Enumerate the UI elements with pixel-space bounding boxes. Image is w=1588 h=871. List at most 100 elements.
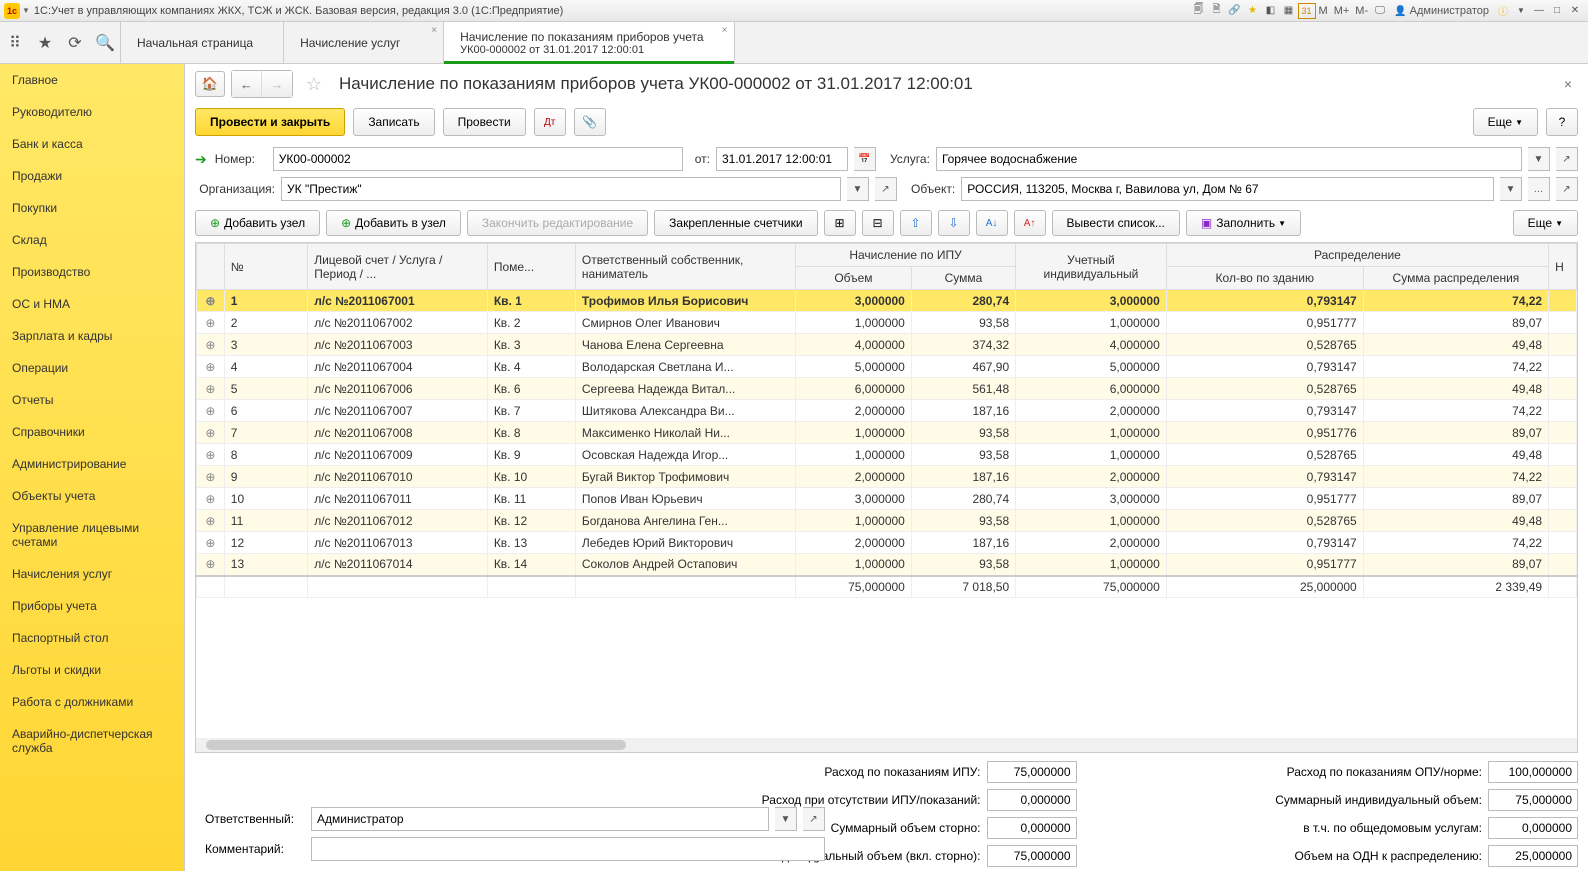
m-button[interactable]: M: [1316, 5, 1331, 17]
table-row[interactable]: ⊕ 9л/с №2011067010Кв. 10Бугай Виктор Тро…: [197, 466, 1577, 488]
down-arrow-icon[interactable]: ⇩: [938, 210, 970, 236]
table-row[interactable]: ⊕ 7л/с №2011067008Кв. 8Максименко Никола…: [197, 422, 1577, 444]
sidebar-item-8[interactable]: Зарплата и кадры: [0, 320, 184, 352]
calendar-icon[interactable]: 📅: [854, 147, 876, 171]
sidebar-item-7[interactable]: ОС и НМА: [0, 288, 184, 320]
sidebar-item-0[interactable]: Главное: [0, 64, 184, 96]
home-button[interactable]: 🏠: [195, 71, 225, 97]
sidebar-item-19[interactable]: Работа с должниками: [0, 686, 184, 718]
info-dropdown-icon[interactable]: ▼: [1512, 3, 1530, 19]
close-button[interactable]: ✕: [1566, 3, 1584, 19]
col-n[interactable]: Н: [1549, 244, 1577, 290]
tree-icon[interactable]: ⊟: [862, 210, 894, 236]
col-ipu[interactable]: Начисление по ИПУ: [796, 244, 1016, 267]
toolbar-icon-link[interactable]: 🔗: [1226, 3, 1244, 19]
hierarchy-icon[interactable]: ⊞: [824, 210, 856, 236]
more-dots-icon[interactable]: …: [1528, 177, 1550, 201]
object-input[interactable]: [961, 177, 1494, 201]
maximize-button[interactable]: □: [1548, 3, 1566, 19]
toolbar-icon-box[interactable]: ◧: [1262, 3, 1280, 19]
dropdown-icon[interactable]: ▼: [1500, 177, 1522, 201]
open-icon[interactable]: ↗: [1556, 177, 1578, 201]
col-sum-dist[interactable]: Сумма распределения: [1363, 267, 1548, 290]
no-ipu-value[interactable]: [987, 789, 1077, 811]
col-dist[interactable]: Распределение: [1166, 244, 1548, 267]
sidebar-item-9[interactable]: Операции: [0, 352, 184, 384]
open-icon[interactable]: ↗: [1556, 147, 1578, 171]
sort-asc-icon[interactable]: A↓: [976, 210, 1008, 236]
storno-value[interactable]: [987, 817, 1077, 839]
tab-charge-services[interactable]: Начисление услуг×: [284, 22, 444, 63]
table-row[interactable]: ⊕ 11л/с №2011067012Кв. 12Богданова Ангел…: [197, 510, 1577, 532]
sidebar-item-13[interactable]: Объекты учета: [0, 480, 184, 512]
sidebar-item-16[interactable]: Приборы учета: [0, 590, 184, 622]
forward-button[interactable]: →: [262, 71, 292, 97]
toolbar-icon-copy[interactable]: 🗎: [1208, 3, 1226, 19]
table-row[interactable]: ⊕ 12л/с №2011067013Кв. 13Лебедев Юрий Ви…: [197, 532, 1577, 554]
dropdown-icon[interactable]: ▼: [1528, 147, 1550, 171]
post-button[interactable]: Провести: [443, 108, 526, 136]
more-button[interactable]: Еще ▼: [1473, 108, 1538, 136]
horizontal-scrollbar[interactable]: [196, 738, 1577, 752]
col-volume[interactable]: Объем: [796, 267, 912, 290]
user-label[interactable]: 👤 Администратор: [1389, 5, 1494, 17]
common-value[interactable]: [1488, 817, 1578, 839]
sidebar-item-1[interactable]: Руководителю: [0, 96, 184, 128]
attach-button[interactable]: 📎: [574, 108, 606, 136]
dropdown-icon[interactable]: ▼: [775, 807, 797, 831]
sort-desc-icon[interactable]: A↑: [1014, 210, 1046, 236]
sidebar-item-10[interactable]: Отчеты: [0, 384, 184, 416]
up-arrow-icon[interactable]: ⇧: [900, 210, 932, 236]
grid-more-button[interactable]: Еще ▼: [1513, 210, 1578, 236]
col-room[interactable]: Поме...: [487, 244, 575, 290]
toolbar-icon-screen[interactable]: 🖵: [1371, 3, 1389, 19]
info-icon[interactable]: ⓘ: [1494, 3, 1512, 19]
sum-ind-value[interactable]: [1488, 789, 1578, 811]
final-ind-value[interactable]: [987, 845, 1077, 867]
help-button[interactable]: ?: [1546, 108, 1578, 136]
table-row[interactable]: ⊕ 8л/с №2011067009Кв. 9Осовская Надежда …: [197, 444, 1577, 466]
back-button[interactable]: ←: [232, 71, 262, 97]
open-icon[interactable]: ↗: [803, 807, 825, 831]
favorites-icon[interactable]: ★: [36, 34, 54, 52]
toolbar-icon-grid[interactable]: ▦: [1280, 3, 1298, 19]
sidebar-item-6[interactable]: Производство: [0, 256, 184, 288]
table-row[interactable]: ⊕ 1л/с №2011067001Кв. 1Трофимов Илья Бор…: [197, 290, 1577, 312]
odn-value[interactable]: [1488, 845, 1578, 867]
search-icon[interactable]: 🔍: [96, 34, 114, 52]
star-button[interactable]: ☆: [299, 71, 329, 97]
sidebar-item-2[interactable]: Банк и касса: [0, 128, 184, 160]
pinned-meters-button[interactable]: Закрепленные счетчики: [654, 210, 817, 236]
col-ind[interactable]: Учетный индивидуальный: [1016, 244, 1167, 290]
col-qty-building[interactable]: Кол-во по зданию: [1166, 267, 1363, 290]
table-row[interactable]: ⊕ 6л/с №2011067007Кв. 7Шитякова Александ…: [197, 400, 1577, 422]
col-owner[interactable]: Ответственный собственник, наниматель: [575, 244, 795, 290]
sidebar-item-18[interactable]: Льготы и скидки: [0, 654, 184, 686]
open-icon[interactable]: ↗: [875, 177, 897, 201]
minimize-button[interactable]: —: [1530, 3, 1548, 19]
number-input[interactable]: [273, 147, 683, 171]
history-icon[interactable]: ⟳: [66, 34, 84, 52]
ipu-consumption-value[interactable]: [987, 761, 1077, 783]
sidebar-item-20[interactable]: Аварийно-диспетчерская служба: [0, 718, 184, 764]
table-row[interactable]: ⊕ 4л/с №2011067004Кв. 4Володарская Светл…: [197, 356, 1577, 378]
dk-button[interactable]: Дт: [534, 108, 566, 136]
sidebar-item-15[interactable]: Начисления услуг: [0, 558, 184, 590]
toolbar-icon-cal[interactable]: 31: [1298, 3, 1316, 19]
date-input[interactable]: [716, 147, 848, 171]
apps-icon[interactable]: ⠿: [6, 34, 24, 52]
col-account[interactable]: Лицевой счет / Услуга / Период / ...: [308, 244, 488, 290]
col-sum[interactable]: Сумма: [911, 267, 1015, 290]
sidebar-item-3[interactable]: Продажи: [0, 160, 184, 192]
col-no[interactable]: №: [224, 244, 307, 290]
comment-input[interactable]: [311, 837, 825, 861]
sidebar-item-12[interactable]: Администрирование: [0, 448, 184, 480]
close-icon[interactable]: ×: [431, 25, 437, 36]
table-row[interactable]: ⊕ 10л/с №2011067011Кв. 11Попов Иван Юрье…: [197, 488, 1577, 510]
sidebar-item-14[interactable]: Управление лицевыми счетами: [0, 512, 184, 558]
sidebar-item-17[interactable]: Паспортный стол: [0, 622, 184, 654]
tab-charge-meters[interactable]: Начисление по показаниям приборов учета …: [444, 22, 734, 63]
toolbar-icon-print[interactable]: 🗐: [1190, 3, 1208, 19]
table-row[interactable]: ⊕ 13л/с №2011067014Кв. 14Соколов Андрей …: [197, 554, 1577, 576]
titlebar-dropdown-icon[interactable]: ▼: [22, 6, 30, 15]
